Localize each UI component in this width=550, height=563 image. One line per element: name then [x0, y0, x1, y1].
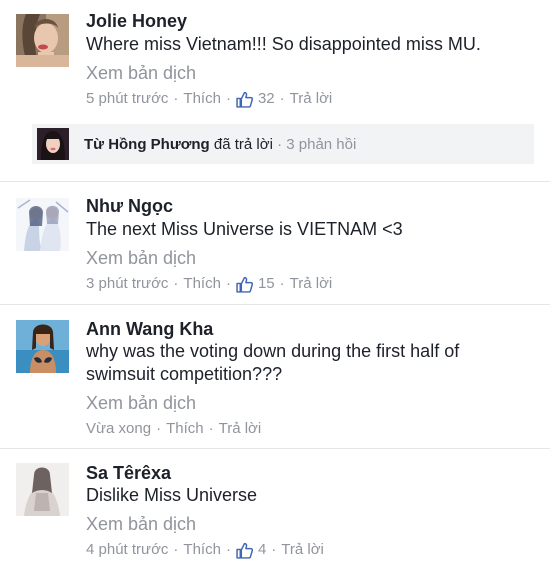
reply-action-text: đã trả lời: [213, 135, 273, 153]
like-button[interactable]: Thích: [166, 419, 204, 439]
see-translation-link[interactable]: Xem bản dịch: [86, 62, 538, 84]
separator-dot: ·: [225, 541, 231, 558]
avatar[interactable]: [16, 198, 69, 251]
divider: [0, 448, 550, 449]
separator-dot: ·: [279, 275, 285, 292]
commenter-name[interactable]: Sa Têrêxa: [86, 462, 538, 484]
thumbs-up-icon[interactable]: [236, 542, 253, 559]
separator-dot: ·: [173, 541, 179, 558]
see-translation-link[interactable]: Xem bản dịch: [86, 392, 538, 414]
like-button[interactable]: Thích: [183, 540, 221, 560]
see-translation-link[interactable]: Xem bản dịch: [86, 247, 538, 269]
comment-feed: Jolie Honey Where miss Vietnam!!! So dis…: [0, 0, 550, 563]
like-button[interactable]: Thích: [183, 89, 221, 109]
commenter-name[interactable]: Ann Wang Kha: [86, 318, 538, 340]
comment-text: Dislike Miss Universe: [86, 484, 538, 507]
comment-text: Where miss Vietnam!!! So disappointed mi…: [86, 33, 538, 56]
comment-timestamp[interactable]: 5 phút trước: [86, 89, 168, 109]
comment-body: Như Ngọc The next Miss Universe is VIETN…: [86, 195, 538, 294]
separator-dot: ·: [225, 275, 231, 292]
comment-timestamp[interactable]: 3 phút trước: [86, 274, 168, 294]
comment-text-line: why was the voting down during the first…: [86, 341, 460, 361]
separator-dot: ·: [271, 541, 277, 558]
comment-text-line: Where miss Vietnam!!! So disappointed mi…: [86, 34, 481, 54]
comment-meta: 3 phút trước · Thích · 15 · Trả lời: [86, 274, 538, 294]
comment-timestamp[interactable]: 4 phút trước: [86, 540, 168, 560]
reply-avatar: [37, 128, 69, 160]
separator-dot: ·: [173, 275, 179, 292]
reply-button[interactable]: Trả lời: [219, 419, 262, 439]
divider: [0, 181, 550, 182]
separator-dot: ·: [225, 90, 231, 107]
comment-text-line: swimsuit competition???: [86, 364, 283, 384]
separator-dot: ·: [277, 135, 283, 153]
like-count[interactable]: 32: [258, 89, 275, 109]
reply-author-name[interactable]: Từ Hồng Phương: [84, 136, 210, 153]
comment-meta: Vừa xong · Thích · Trả lời: [86, 419, 538, 439]
replies-summary[interactable]: Từ Hồng Phương đã trả lời · 3 phản hồi: [32, 124, 534, 164]
comment-text: The next Miss Universe is VIETNAM <3: [86, 218, 538, 241]
comment-timestamp[interactable]: Vừa xong: [86, 419, 151, 439]
avatar[interactable]: [16, 14, 69, 67]
commenter-name[interactable]: Jolie Honey: [86, 10, 538, 32]
comment-body: Ann Wang Kha why was the voting down dur…: [86, 318, 538, 439]
avatar[interactable]: [16, 320, 69, 373]
reply-summary-text: Từ Hồng Phương đã trả lời · 3 phản hồi: [84, 136, 356, 153]
like-count[interactable]: 4: [258, 540, 266, 560]
comment-text-line: Dislike Miss Universe: [86, 485, 258, 505]
avatar-image: [16, 14, 69, 67]
comment-text-line: The next Miss Universe is VIETNAM <3: [86, 219, 403, 239]
reply-button[interactable]: Trả lời: [290, 274, 333, 294]
see-translation-link[interactable]: Xem bản dịch: [86, 513, 538, 535]
comment-body: Sa Têrêxa Dislike Miss Universe Xem bản …: [86, 462, 538, 560]
reply-button[interactable]: Trả lời: [281, 540, 324, 560]
avatar-image: [16, 198, 69, 251]
comment-text: why was the voting down during the first…: [86, 340, 538, 386]
thumbs-up-icon[interactable]: [236, 91, 253, 108]
like-count[interactable]: 15: [258, 274, 275, 294]
comment-meta: 4 phút trước · Thích · 4 · Trả lời: [86, 540, 538, 560]
avatar-image: [16, 463, 69, 516]
commenter-name[interactable]: Như Ngọc: [86, 195, 538, 217]
separator-dot: ·: [156, 420, 162, 437]
separator-dot: ·: [173, 90, 179, 107]
reply-avatar-image: [37, 128, 69, 160]
divider: [0, 304, 550, 305]
avatar-image: [16, 320, 69, 373]
avatar[interactable]: [16, 463, 69, 516]
comment-body: Jolie Honey Where miss Vietnam!!! So dis…: [86, 10, 538, 109]
separator-dot: ·: [208, 420, 214, 437]
like-button[interactable]: Thích: [183, 274, 221, 294]
thumbs-up-icon[interactable]: [236, 276, 253, 293]
reply-count[interactable]: 3 phản hồi: [286, 136, 356, 153]
reply-button[interactable]: Trả lời: [290, 89, 333, 109]
separator-dot: ·: [279, 90, 285, 107]
comment-meta: 5 phút trước · Thích · 32 · Trả lời: [86, 89, 538, 109]
